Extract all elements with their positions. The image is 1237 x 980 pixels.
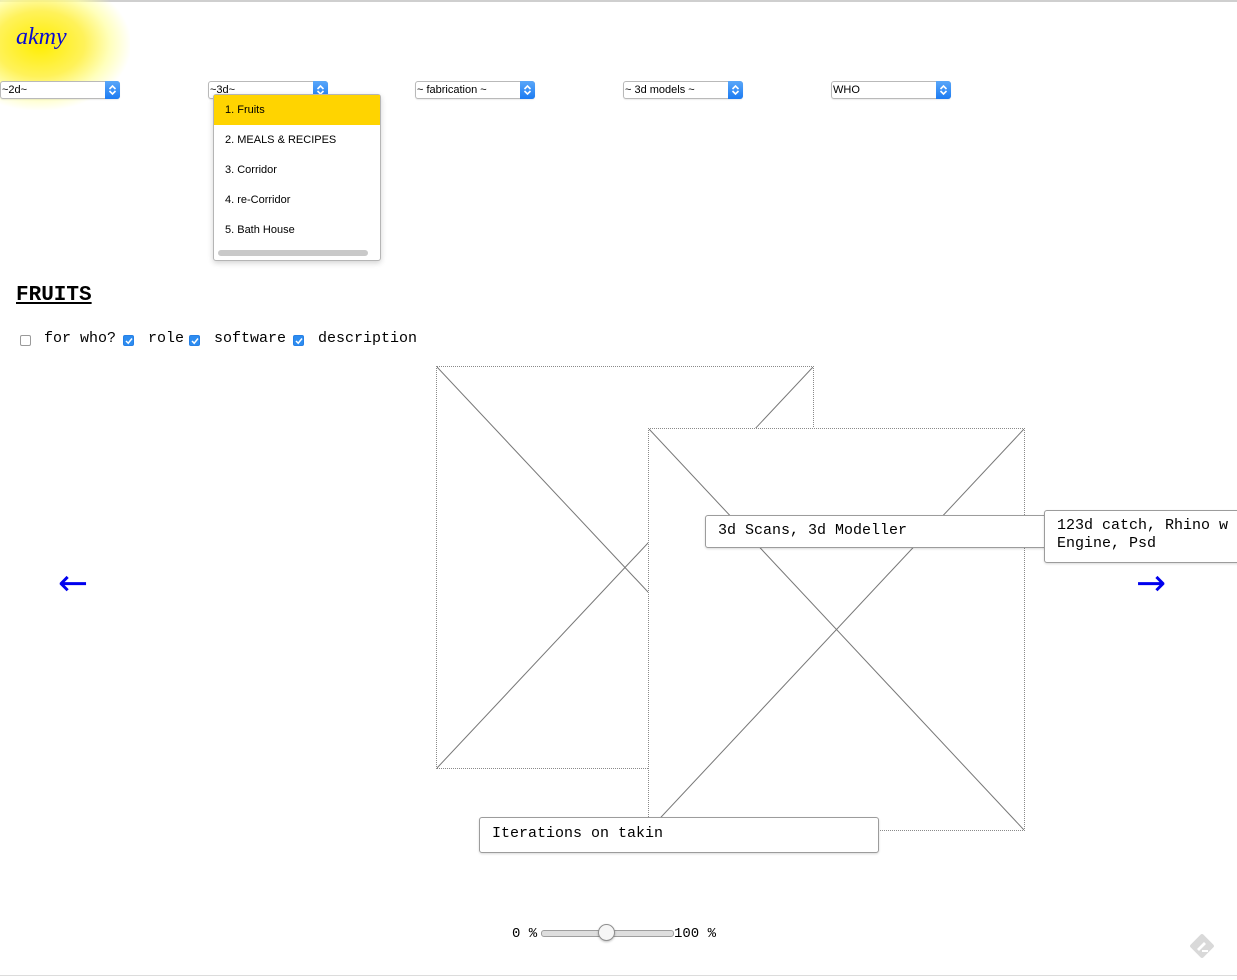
select-who[interactable]: WHO	[831, 81, 951, 99]
chevron-updown-icon	[105, 81, 120, 99]
checkbox-for-who[interactable]	[20, 335, 31, 346]
description-caption: Iterations on takin	[479, 817, 879, 853]
description-caption-text: Iterations on takin	[492, 825, 664, 842]
feedback-pencil-icon[interactable]	[1188, 932, 1216, 960]
chevron-updown-icon	[728, 81, 743, 99]
select-fabrication[interactable]: ~ fabrication ~	[415, 81, 535, 99]
dropdown-item-meals[interactable]: 2. MEALS & RECIPES	[214, 125, 380, 155]
top-border	[0, 0, 1237, 2]
dropdown-3d-list: 1. Fruits 2. MEALS & RECIPES 3. Corridor…	[213, 94, 381, 261]
role-caption: 3d Scans, 3d Modeller	[705, 515, 1055, 548]
dropdown-item-corridor[interactable]: 3. Corridor	[214, 155, 380, 185]
prev-arrow-button[interactable]: ←	[58, 566, 88, 602]
dropdown-scrollbar[interactable]	[218, 250, 368, 256]
image-placeholder-front[interactable]	[648, 428, 1025, 831]
page-title: FRUITS	[16, 284, 92, 307]
broken-image-icon	[649, 429, 1024, 830]
zoom-max-label: 100 %	[674, 926, 717, 942]
zoom-slider-thumb[interactable]	[598, 924, 615, 941]
checkbox-role[interactable]	[123, 335, 134, 346]
software-caption-line1: 123d catch, Rhino w	[1057, 517, 1229, 534]
filter-label-description: description	[318, 330, 418, 347]
select-who-value: WHO	[833, 84, 860, 96]
checkbox-software[interactable]	[189, 335, 200, 346]
software-caption: 123d catch, Rhino w Engine, Psd	[1044, 510, 1237, 563]
site-logo[interactable]: akmy	[16, 24, 67, 51]
bottom-border	[0, 975, 1237, 976]
filter-label-role: role	[148, 330, 185, 347]
select-fabrication-value: ~ fabrication ~	[417, 84, 487, 96]
software-caption-line2: Engine, Psd	[1057, 535, 1157, 552]
filter-label-for-who: for who?	[44, 330, 117, 347]
select-2d-value: ~2d~	[2, 84, 28, 96]
role-caption-text: 3d Scans, 3d Modeller	[718, 522, 908, 539]
filter-label-software: software	[214, 330, 287, 347]
zoom-min-label: 0 %	[512, 926, 538, 942]
select-3d-models-value: ~ 3d models ~	[625, 84, 695, 96]
select-2d[interactable]: ~2d~	[0, 81, 120, 99]
dropdown-item-fruits[interactable]: 1. Fruits	[214, 95, 380, 125]
checkbox-description[interactable]	[293, 335, 304, 346]
dropdown-item-re-corridor[interactable]: 4. re-Corridor	[214, 185, 380, 215]
chevron-updown-icon	[936, 81, 951, 99]
select-3d-models[interactable]: ~ 3d models ~	[623, 81, 743, 99]
next-arrow-button[interactable]: →	[1136, 566, 1166, 602]
chevron-updown-icon	[520, 81, 535, 99]
dropdown-item-bath-house[interactable]: 5. Bath House	[214, 215, 380, 245]
